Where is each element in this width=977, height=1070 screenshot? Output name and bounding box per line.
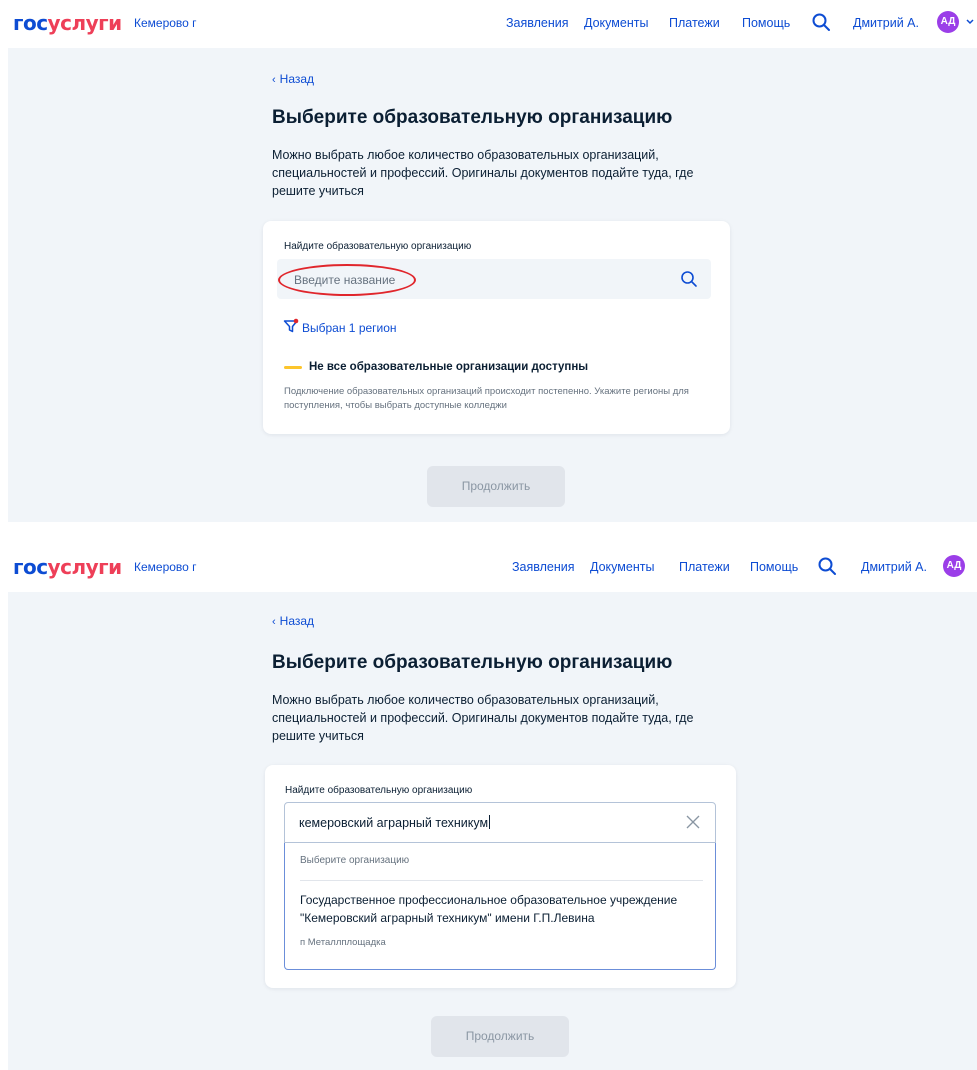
continue-button[interactable]: Продолжить [431, 1016, 569, 1057]
nav-payments[interactable]: Платежи [679, 560, 730, 574]
nav-documents[interactable]: Документы [590, 560, 654, 574]
search-label: Найдите образовательную организацию [285, 785, 473, 796]
chevron-left-icon: ‹ [272, 74, 276, 86]
user-name[interactable]: Дмитрий А. [853, 16, 919, 30]
chevron-down-icon[interactable] [965, 17, 975, 27]
nav-help[interactable]: Помощь [750, 560, 798, 574]
screenshot-empty-search: госуслуги Кемерово г Заявления Документы… [0, 0, 977, 522]
user-avatar[interactable]: АД [937, 11, 959, 33]
search-card: Найдите образовательную организацию Введ… [263, 221, 730, 434]
warning-title: Не все образовательные организации досту… [309, 361, 589, 373]
search-dropdown: Выберите организацию Государственное про… [284, 843, 716, 970]
dropdown-option-location: п Металлплощадка [300, 937, 386, 948]
search-placeholder: Введите название [294, 273, 396, 287]
dropdown-header: Выберите организацию [300, 855, 410, 866]
city-selector[interactable]: Кемерово г [134, 560, 197, 574]
warning-text: Подключение образовательных организаций … [284, 386, 689, 411]
page-content: ‹ Назад Выберите образовательную организа… [8, 48, 977, 522]
nav-documents[interactable]: Документы [584, 16, 648, 30]
top-header: госуслуги Кемерово г Заявления Документы… [0, 0, 977, 48]
page-title: Выберите образовательную организацию [272, 107, 673, 128]
top-header: госуслуги Кемерово г Заявления Документы… [0, 544, 977, 592]
back-link[interactable]: ‹ Назад [272, 72, 314, 86]
gosuslugi-logo[interactable]: госуслуги [13, 12, 122, 34]
page-description: Можно выбрать любое количество образоват… [272, 148, 694, 198]
city-selector[interactable]: Кемерово г [134, 16, 197, 30]
user-avatar[interactable]: АД [943, 555, 965, 577]
user-name[interactable]: Дмитрий А. [861, 560, 927, 574]
back-link[interactable]: ‹ Назад [272, 614, 314, 628]
search-icon[interactable] [680, 270, 698, 288]
region-filter-link[interactable]: Выбран 1 регион [302, 321, 397, 335]
search-label: Найдите образовательную организацию [284, 241, 472, 252]
continue-button[interactable]: Продолжить [427, 466, 565, 507]
search-value: кемеровский аграрный техникум [299, 815, 491, 830]
filter-icon[interactable] [283, 318, 299, 334]
page-title: Выберите образовательную организацию [272, 652, 673, 673]
dropdown-divider [300, 880, 703, 881]
nav-applications[interactable]: Заявления [512, 560, 575, 574]
page-content: ‹ Назад Выберите образовательную организа… [8, 592, 977, 1070]
dropdown-option[interactable]: Государственное профессиональное образов… [300, 891, 710, 927]
search-icon[interactable] [811, 12, 831, 32]
back-label: Назад [279, 614, 315, 628]
close-icon[interactable] [686, 815, 700, 829]
page-description: Можно выбрать любое количество образоват… [272, 693, 694, 743]
gosuslugi-logo[interactable]: госуслуги [13, 556, 122, 578]
search-icon[interactable] [817, 556, 837, 576]
nav-applications[interactable]: Заявления [506, 16, 569, 30]
nav-help[interactable]: Помощь [742, 16, 790, 30]
search-card: Найдите образовательную организацию кеме… [265, 765, 736, 988]
back-label: Назад [279, 72, 315, 86]
chevron-left-icon: ‹ [272, 616, 276, 628]
warning-indicator [284, 366, 302, 369]
nav-payments[interactable]: Платежи [669, 16, 720, 30]
screenshot-search-results: госуслуги Кемерово г Заявления Документы… [0, 544, 977, 1070]
